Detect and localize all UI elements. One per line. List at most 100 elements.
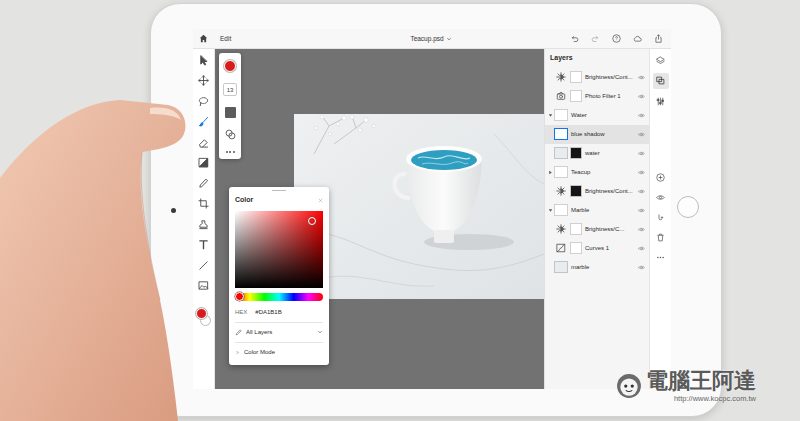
layer-row[interactable]: Marble xyxy=(545,201,649,220)
caret-down-icon[interactable] xyxy=(446,36,452,42)
layers-tab[interactable] xyxy=(653,52,669,68)
color-mode-row[interactable]: Color Mode xyxy=(235,343,323,362)
image-icon xyxy=(198,280,209,291)
gradient-tool[interactable] xyxy=(196,157,212,169)
type-tool[interactable] xyxy=(196,239,212,251)
layer-thumbnail xyxy=(554,147,568,159)
eye-icon[interactable] xyxy=(638,207,645,214)
disclosure-icon[interactable] xyxy=(548,208,553,213)
layers-icon xyxy=(656,56,665,65)
layer-name: water xyxy=(585,149,638,158)
eye-icon[interactable] xyxy=(638,93,645,100)
layer-thumbnail xyxy=(554,128,568,140)
help-icon[interactable] xyxy=(612,34,621,43)
eye-icon[interactable] xyxy=(638,188,645,195)
gradient-icon xyxy=(198,157,209,168)
add-layer-icon[interactable] xyxy=(656,173,665,182)
image-tool[interactable] xyxy=(196,280,212,292)
color-popup: Color HEX #DA1B1B xyxy=(229,187,329,365)
watermark-url: http://www.kocpc.com.tw xyxy=(674,395,756,403)
layer-name: marble xyxy=(571,263,638,272)
photo-filter-icon xyxy=(554,90,568,102)
blend-icon[interactable] xyxy=(225,129,236,140)
eye-icon[interactable] xyxy=(638,131,645,138)
home-button[interactable] xyxy=(677,196,699,218)
layer-row[interactable]: blue shadow xyxy=(545,125,649,144)
panel-strip xyxy=(649,49,671,389)
teacup-photo-icon xyxy=(294,114,544,299)
chevron-icon[interactable] xyxy=(235,350,240,355)
close-icon[interactable] xyxy=(318,198,323,203)
home-icon[interactable] xyxy=(199,34,208,43)
layer-row[interactable]: Brightness/C... xyxy=(545,220,649,239)
hand xyxy=(0,0,800,421)
properties-tab[interactable] xyxy=(653,73,669,89)
brush-shape-icon[interactable] xyxy=(225,107,236,118)
foreground-color-swatch[interactable] xyxy=(196,308,207,319)
color-swatches[interactable] xyxy=(196,308,211,326)
layer-row[interactable]: Curves 1 xyxy=(545,239,649,258)
eye-icon[interactable] xyxy=(638,245,645,252)
layer-row[interactable]: Photo Filter 1 xyxy=(545,87,649,106)
eye-icon[interactable] xyxy=(638,226,645,233)
layer-name: Brightness/Cont... xyxy=(585,73,638,82)
layer-row[interactable]: Brightness/Cont... xyxy=(545,182,649,201)
brush-tool[interactable] xyxy=(196,116,212,128)
color-title: Color xyxy=(235,195,253,206)
hue-slider[interactable] xyxy=(235,293,323,301)
disclosure-icon[interactable] xyxy=(548,113,553,118)
layer-name: Marble xyxy=(571,206,638,215)
visibility-icon[interactable] xyxy=(656,193,665,202)
layers-panel: Layers Brightness/Cont... Photo Filter 1W… xyxy=(544,49,649,389)
eye-icon[interactable] xyxy=(638,169,645,176)
move-tool[interactable] xyxy=(196,75,212,87)
adjustments-tab[interactable] xyxy=(653,93,669,109)
cloud-icon[interactable] xyxy=(633,34,642,43)
layer-name: Teacup xyxy=(571,168,638,177)
eye-icon[interactable] xyxy=(638,112,645,119)
eye-icon[interactable] xyxy=(638,74,645,81)
undo-icon[interactable] xyxy=(570,34,579,43)
color-picker-handle[interactable] xyxy=(308,217,316,225)
layer-row[interactable]: Water xyxy=(545,106,649,125)
layer-row[interactable]: marble xyxy=(545,258,649,277)
hue-handle[interactable] xyxy=(235,292,244,301)
document-title[interactable]: Teacup.psd xyxy=(410,34,443,44)
eyedropper-icon xyxy=(235,329,242,336)
more-icon[interactable] xyxy=(656,253,665,262)
brush-icon xyxy=(198,116,209,127)
select-icon xyxy=(198,55,209,66)
select-tool[interactable] xyxy=(196,54,212,66)
mascot-icon xyxy=(616,373,642,399)
sample-source[interactable]: All Layers xyxy=(235,323,323,342)
eraser-tool[interactable] xyxy=(196,136,212,148)
more-options-icon[interactable] xyxy=(226,151,235,153)
layer-mask xyxy=(570,185,582,197)
group-thumbnail xyxy=(554,109,568,121)
mask-icon[interactable] xyxy=(656,213,665,222)
redo-icon[interactable] xyxy=(591,34,600,43)
lasso-tool[interactable] xyxy=(196,95,212,107)
color-field[interactable] xyxy=(235,211,323,288)
eye-icon[interactable] xyxy=(638,264,645,271)
edit-menu[interactable]: Edit xyxy=(220,34,231,44)
layers-title: Layers xyxy=(545,49,649,68)
stamp-tool[interactable] xyxy=(196,218,212,230)
brush-size[interactable]: 13 xyxy=(223,83,237,96)
hex-value[interactable]: #DA1B1B xyxy=(255,308,281,317)
brush-color-swatch[interactable] xyxy=(224,60,236,72)
layer-row[interactable]: Brightness/Cont... xyxy=(545,68,649,87)
crop-tool[interactable] xyxy=(196,198,212,210)
hex-label: HEX xyxy=(235,308,247,317)
properties-icon xyxy=(656,76,665,85)
layer-row[interactable]: water xyxy=(545,144,649,163)
eye-icon[interactable] xyxy=(638,150,645,157)
layer-row[interactable]: Teacup xyxy=(545,163,649,182)
layer-mask xyxy=(570,147,582,159)
share-icon[interactable] xyxy=(654,34,663,43)
eyedropper-tool[interactable] xyxy=(196,177,212,189)
trash-icon[interactable] xyxy=(656,233,665,242)
disclosure-icon[interactable] xyxy=(548,170,553,175)
document-image[interactable] xyxy=(294,114,544,299)
line-tool[interactable] xyxy=(196,259,212,271)
